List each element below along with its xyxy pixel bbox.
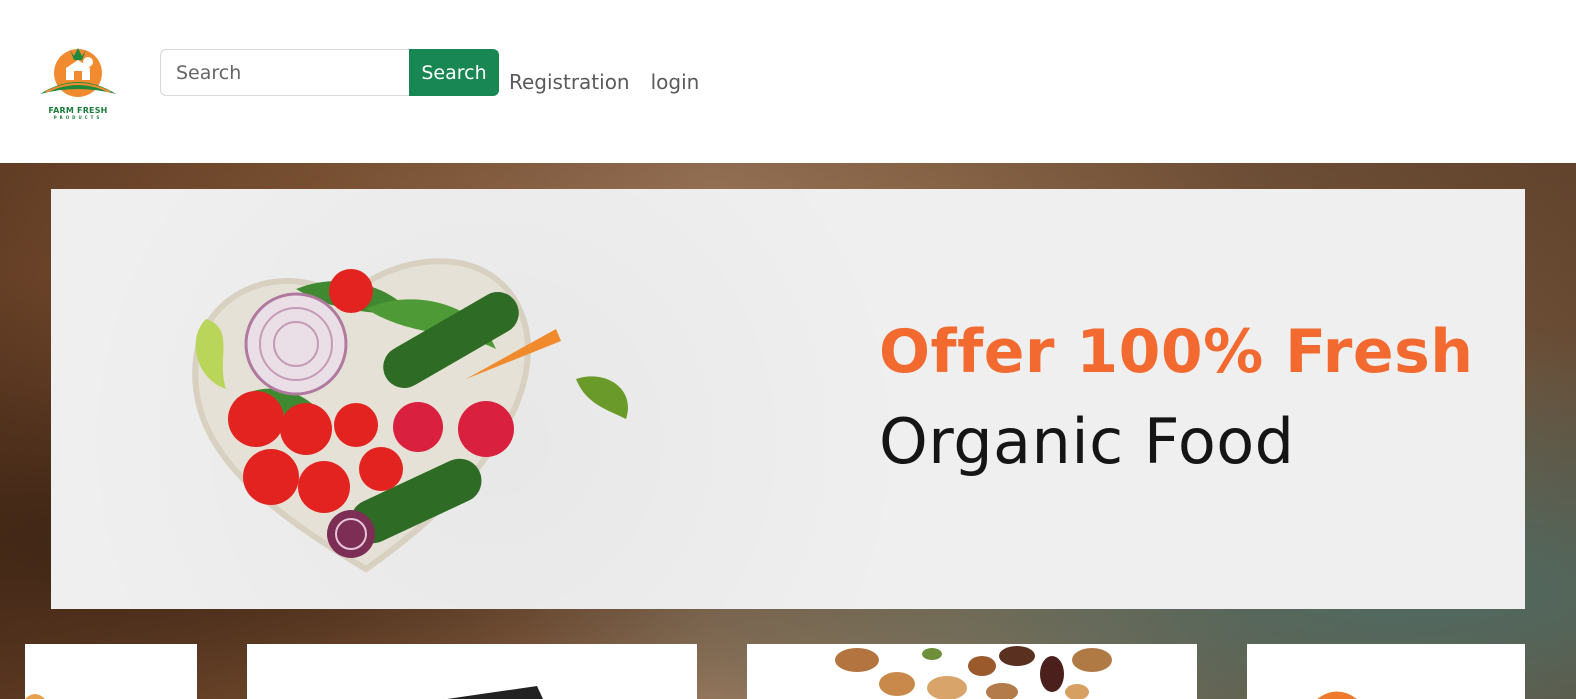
- nav-link-login[interactable]: login: [651, 70, 700, 94]
- product-card[interactable]: [25, 644, 197, 699]
- product-image: [447, 686, 543, 699]
- search-form: Search: [160, 49, 499, 96]
- banner-headline: Offer 100% Fresh: [879, 317, 1474, 387]
- promo-banner[interactable]: Offer 100% Fresh Organic Food: [51, 189, 1525, 609]
- search-input[interactable]: [160, 49, 409, 96]
- nav-link-registration[interactable]: Registration: [509, 70, 630, 94]
- search-button[interactable]: Search: [409, 49, 499, 96]
- brand-text: FARM FRESH PRODUCTS: [48, 106, 108, 120]
- heart-vegetables-image: [192, 258, 628, 573]
- farm-logo-icon: [40, 48, 116, 97]
- top-nav: Registration login: [509, 70, 699, 94]
- site-header: FARM FRESH PRODUCTS Search Registration …: [0, 0, 1576, 163]
- product-card[interactable]: [747, 644, 1197, 699]
- product-image: [25, 694, 45, 699]
- nuts-product-image: [835, 646, 1112, 699]
- product-image: [1317, 691, 1357, 699]
- product-card[interactable]: [1247, 644, 1525, 699]
- brand-logo[interactable]: FARM FRESH PRODUCTS: [36, 40, 120, 124]
- banner-subline: Organic Food: [879, 405, 1295, 478]
- product-card[interactable]: [247, 644, 697, 699]
